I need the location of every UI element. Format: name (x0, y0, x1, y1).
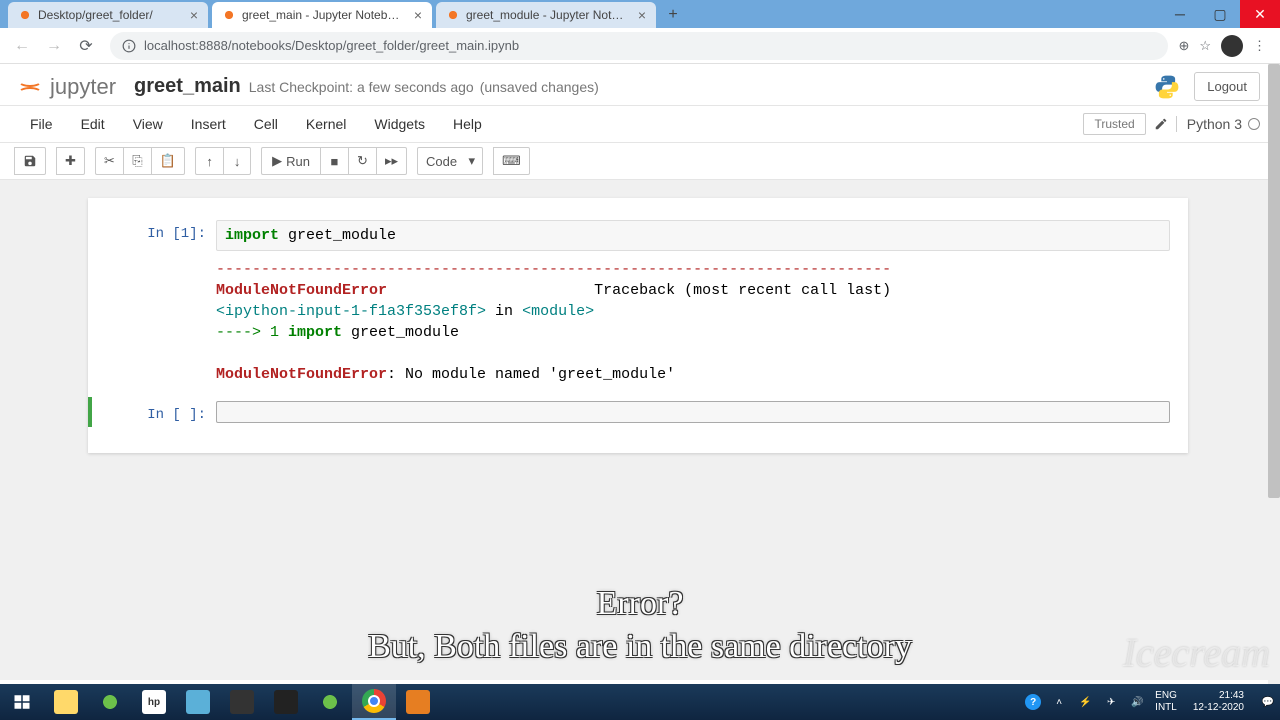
cell-prompt: In [ ]: (106, 401, 216, 423)
move-down-button[interactable]: ↓ (223, 147, 251, 175)
menu-widgets[interactable]: Widgets (360, 112, 439, 136)
window-close[interactable]: ✕ (1240, 0, 1280, 28)
taskbar-chrome[interactable] (352, 684, 396, 720)
tray-chevron-icon[interactable]: ˄ (1051, 694, 1067, 710)
notifications-icon[interactable]: 💬 (1260, 694, 1276, 710)
url-text: localhost:8888/notebooks/Desktop/greet_f… (144, 38, 519, 53)
notebook-header: jupyter greet_main Last Checkpoint: a fe… (0, 64, 1276, 106)
forward-button[interactable]: → (40, 32, 68, 60)
close-icon[interactable]: × (414, 7, 422, 23)
menu-edit[interactable]: Edit (67, 112, 119, 136)
menu-file[interactable]: File (16, 112, 67, 136)
network-icon[interactable]: ✈ (1103, 694, 1119, 710)
scrollbar-thumb[interactable] (1268, 64, 1280, 498)
taskbar-explorer[interactable] (44, 684, 88, 720)
taskbar: hp ? ˄ ⚡ ✈ 🔊 ENGINTL 21:4312-12-2020 💬 (0, 684, 1280, 720)
close-icon[interactable]: × (638, 7, 646, 23)
window-maximize[interactable]: ▢ (1200, 0, 1240, 28)
jupyter-favicon (18, 8, 32, 22)
code-input[interactable]: import greet_module (216, 220, 1170, 251)
browser-tab-bar: Desktop/greet_folder/ × greet_main - Jup… (0, 0, 1280, 28)
cut-button[interactable]: ✂ (95, 147, 123, 175)
logout-button[interactable]: Logout (1194, 72, 1260, 101)
save-button[interactable] (14, 147, 46, 175)
taskbar-app[interactable] (88, 684, 132, 720)
taskbar-app[interactable] (176, 684, 220, 720)
battery-icon[interactable]: ⚡ (1077, 694, 1093, 710)
browser-tab[interactable]: Desktop/greet_folder/ × (8, 2, 208, 28)
code-cell-selected[interactable]: In [ ]: (88, 397, 1188, 427)
pencil-icon[interactable] (1154, 117, 1168, 131)
cell-prompt: In [1]: (106, 220, 216, 385)
menu-help[interactable]: Help (439, 112, 496, 136)
run-button[interactable]: ▶ Run (261, 147, 320, 175)
restart-run-all-button[interactable]: ▸▸ (376, 147, 407, 175)
checkpoint-text: Last Checkpoint: a few seconds ago (249, 79, 474, 95)
move-up-button[interactable]: ↑ (195, 147, 223, 175)
interrupt-button[interactable]: ■ (320, 147, 348, 175)
unsaved-indicator: (unsaved changes) (480, 79, 599, 95)
jupyter-favicon (446, 8, 460, 22)
taskbar-app[interactable] (220, 684, 264, 720)
info-icon (122, 39, 136, 53)
code-cell[interactable]: In [1]: import greet_module ------------… (88, 216, 1188, 389)
profile-avatar[interactable] (1221, 35, 1243, 57)
trusted-indicator[interactable]: Trusted (1083, 113, 1145, 135)
kernel-status-icon (1248, 118, 1260, 130)
taskbar-app[interactable] (396, 684, 440, 720)
tab-title: greet_main - Jupyter Notebook (242, 8, 406, 22)
cell-type-select[interactable]: Code (417, 147, 483, 175)
menu-icon[interactable]: ⋮ (1253, 38, 1266, 54)
reload-button[interactable]: ⟳ (72, 32, 100, 60)
add-cell-button[interactable]: ✚ (56, 147, 85, 175)
close-icon[interactable]: × (190, 7, 198, 23)
paste-button[interactable]: 📋 (151, 147, 185, 175)
tab-title: greet_module - Jupyter Notebo (466, 8, 630, 22)
url-field[interactable]: localhost:8888/notebooks/Desktop/greet_f… (110, 32, 1168, 60)
window-minimize[interactable]: ─ (1160, 0, 1200, 28)
address-bar: ← → ⟳ localhost:8888/notebooks/Desktop/g… (0, 28, 1280, 64)
menu-cell[interactable]: Cell (240, 112, 292, 136)
scrollbar[interactable] (1268, 64, 1280, 684)
help-icon[interactable]: ? (1025, 694, 1041, 710)
taskbar-app[interactable] (308, 684, 352, 720)
cell-output: ----------------------------------------… (216, 251, 1170, 385)
jupyter-logo-icon (16, 73, 44, 101)
browser-tab[interactable]: greet_module - Jupyter Notebo × (436, 2, 656, 28)
code-input[interactable] (216, 401, 1170, 423)
copy-button[interactable]: ⎘ (123, 147, 151, 175)
new-tab-button[interactable]: + (660, 2, 686, 28)
browser-tab-active[interactable]: greet_main - Jupyter Notebook × (212, 2, 432, 28)
jupyter-favicon (222, 8, 236, 22)
start-button[interactable] (0, 684, 44, 720)
clock[interactable]: 21:4312-12-2020 (1187, 690, 1250, 714)
python-logo-icon (1154, 74, 1180, 100)
menu-insert[interactable]: Insert (177, 112, 240, 136)
kernel-name[interactable]: Python 3 (1176, 116, 1260, 132)
toolbar: ✚ ✂ ⎘ 📋 ↑ ↓ ▶ Run ■ ↻ ▸▸ Code ⌨ (0, 143, 1276, 180)
restart-button[interactable]: ↻ (348, 147, 376, 175)
taskbar-app[interactable] (264, 684, 308, 720)
menu-view[interactable]: View (119, 112, 177, 136)
notebook-name[interactable]: greet_main (134, 75, 241, 98)
tab-title: Desktop/greet_folder/ (38, 8, 182, 22)
zoom-icon[interactable]: ⊕ (1178, 38, 1189, 54)
command-palette-button[interactable]: ⌨ (493, 147, 530, 175)
menubar: File Edit View Insert Cell Kernel Widget… (0, 106, 1276, 143)
bookmark-icon[interactable]: ☆ (1199, 38, 1211, 54)
volume-icon[interactable]: 🔊 (1129, 694, 1145, 710)
notebook-body: In [1]: import greet_module ------------… (0, 180, 1276, 680)
jupyter-logo[interactable]: jupyter (16, 73, 116, 101)
language-indicator[interactable]: ENGINTL (1155, 690, 1177, 714)
back-button[interactable]: ← (8, 32, 36, 60)
menu-kernel[interactable]: Kernel (292, 112, 360, 136)
taskbar-hp[interactable]: hp (132, 684, 176, 720)
